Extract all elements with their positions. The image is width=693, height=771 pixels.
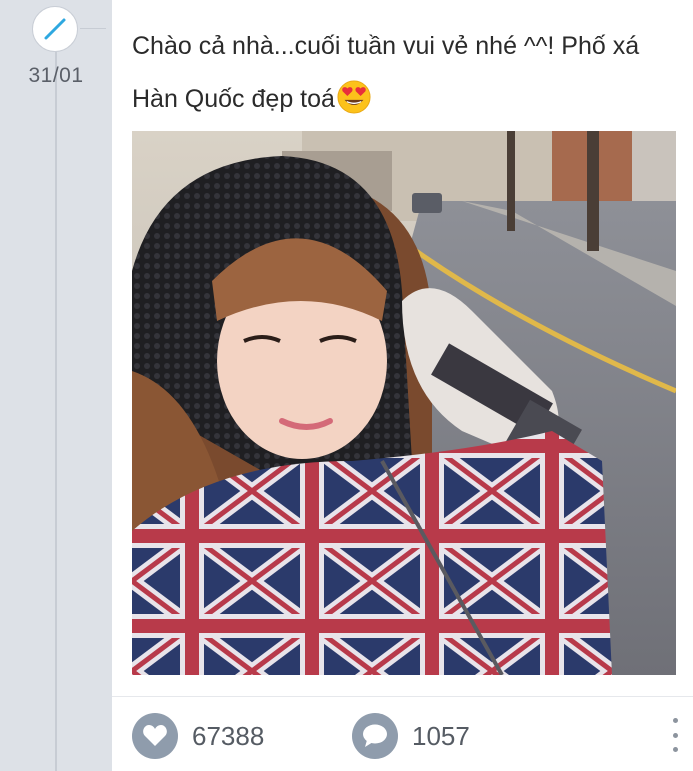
speech-bubble-icon xyxy=(352,713,398,759)
comment-count: 1057 xyxy=(412,720,470,751)
post-photo[interactable] xyxy=(132,131,676,675)
pencil-icon xyxy=(44,18,66,40)
selfie-photo xyxy=(132,131,676,675)
like-button[interactable]: 67388 xyxy=(132,712,264,760)
like-count: 67388 xyxy=(192,720,265,751)
card-divider xyxy=(112,696,693,697)
timeline-line xyxy=(55,52,57,771)
heart-icon xyxy=(132,713,178,759)
more-options-button[interactable] xyxy=(668,718,682,752)
heart-eyes-emoji xyxy=(337,80,371,114)
timeline-connector xyxy=(80,28,106,29)
post-card: Chào cả nhà...cuối tuần vui vẻ nhé ^^! P… xyxy=(112,0,693,771)
comment-button[interactable]: 1057 xyxy=(352,712,470,760)
post-date: 31/01 xyxy=(28,64,84,87)
post-type-badge[interactable] xyxy=(32,6,78,52)
timeline-rail: 31/01 xyxy=(0,0,112,771)
caption-text: Chào cả nhà...cuối tuần vui vẻ nhé ^^! P… xyxy=(132,32,640,113)
post-caption: Chào cả nhà...cuối tuần vui vẻ nhé ^^! P… xyxy=(132,20,672,126)
vertical-dots-icon xyxy=(672,718,678,723)
